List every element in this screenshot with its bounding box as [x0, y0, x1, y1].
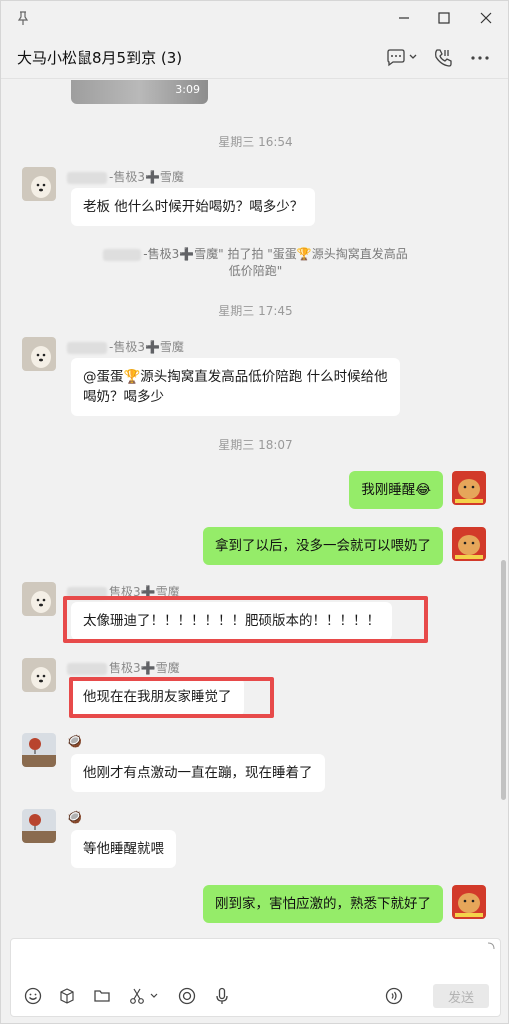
sender-name: 售极3➕雪魔: [67, 659, 180, 676]
cube-icon[interactable]: [57, 986, 77, 1006]
system-message: -售极3➕雪魔" 拍了拍 "蛋蛋🏆源头掏窝直发高品: [1, 246, 509, 263]
dog-avatar-icon: [22, 167, 56, 201]
minimize-icon[interactable]: [394, 8, 414, 28]
emoji-icon[interactable]: [23, 986, 43, 1006]
timestamp: 星期三 17:45: [218, 304, 293, 318]
hamster-avatar-icon: [452, 527, 486, 561]
record-icon[interactable]: [177, 986, 197, 1006]
balloon-avatar-icon: [22, 809, 56, 843]
avatar-dog[interactable]: [22, 658, 56, 692]
hamster-avatar-icon: [452, 471, 486, 505]
timestamp: 星期三 16:54: [218, 135, 293, 149]
folder-icon[interactable]: [92, 986, 112, 1006]
message-line: 喝奶？喝多少: [83, 389, 164, 405]
highlight-box: [69, 677, 274, 718]
dog-avatar-icon: [22, 337, 56, 371]
scissors-dropdown-icon[interactable]: [127, 986, 161, 1006]
pin-icon[interactable]: [15, 10, 31, 26]
message-bubble[interactable]: @蛋蛋🏆源头掏窝直发高品低价陪跑 什么时候给他 喝奶？喝多少: [71, 358, 400, 416]
avatar-dog[interactable]: [22, 337, 56, 371]
message-list[interactable]: 3:09 星期三 16:54 -售极3➕雪魔 老板 他什么时候开始喝奶？喝多少？…: [1, 80, 509, 936]
sender-name: 🥥: [67, 734, 82, 748]
maximize-icon[interactable]: [434, 8, 454, 28]
message-line: @蛋蛋🏆源头掏窝直发高品低价陪跑 什么时候给他: [83, 369, 388, 385]
message-composer[interactable]: 发送: [10, 938, 501, 1017]
call-icon[interactable]: [432, 47, 454, 69]
system-message-cont: 低价陪跑": [228, 264, 283, 278]
avatar-self[interactable]: [452, 471, 486, 505]
send-button[interactable]: 发送: [433, 984, 489, 1008]
title-bar: [1, 1, 508, 35]
chat-title: 大马小松鼠8月5到京 (3): [17, 49, 183, 67]
message-bubble[interactable]: 老板 他什么时候开始喝奶？喝多少？: [71, 188, 316, 226]
timestamp: 星期三 18:07: [218, 438, 293, 452]
sender-name: 🥥: [67, 810, 82, 824]
more-icon[interactable]: [469, 47, 491, 69]
chat-bubble-dropdown-icon[interactable]: [385, 47, 419, 69]
avatar-dog[interactable]: [22, 582, 56, 616]
dog-avatar-icon: [22, 582, 56, 616]
scrollbar[interactable]: [501, 560, 506, 800]
avatar-self[interactable]: [452, 527, 486, 561]
video-message[interactable]: 3:09: [71, 80, 208, 104]
sender-name: -售极3➕雪魔: [67, 168, 184, 185]
avatar-self[interactable]: [452, 885, 486, 919]
message-bubble[interactable]: 他刚才有点激动一直在蹦，现在睡着了: [71, 754, 325, 792]
avatar-balloon[interactable]: [22, 809, 56, 843]
message-bubble-self[interactable]: 我刚睡醒😂: [349, 471, 443, 509]
video-duration: 3:09: [175, 83, 200, 96]
hamster-avatar-icon: [452, 885, 486, 919]
dog-avatar-icon: [22, 658, 56, 692]
message-bubble-self[interactable]: 拿到了以后，没多一会就可以喂奶了: [203, 527, 443, 565]
chat-window: 大马小松鼠8月5到京 (3) 3:09 星期三 16:54 -售极3➕雪魔 老板: [0, 0, 509, 1024]
avatar-balloon[interactable]: [22, 733, 56, 767]
message-bubble[interactable]: 等他睡醒就喂: [71, 830, 176, 868]
chat-header: 大马小松鼠8月5到京 (3): [1, 37, 508, 79]
resize-corner-icon: [487, 942, 495, 950]
highlight-box: [63, 596, 428, 643]
close-icon[interactable]: [476, 8, 496, 28]
voice-input-icon[interactable]: [384, 986, 404, 1006]
microphone-icon[interactable]: [212, 986, 232, 1006]
balloon-avatar-icon: [22, 733, 56, 767]
avatar-dog[interactable]: [22, 167, 56, 201]
message-bubble-self[interactable]: 刚到家，害怕应激的，熟悉下就好了: [203, 885, 443, 923]
sender-name: -售极3➕雪魔: [67, 338, 184, 355]
